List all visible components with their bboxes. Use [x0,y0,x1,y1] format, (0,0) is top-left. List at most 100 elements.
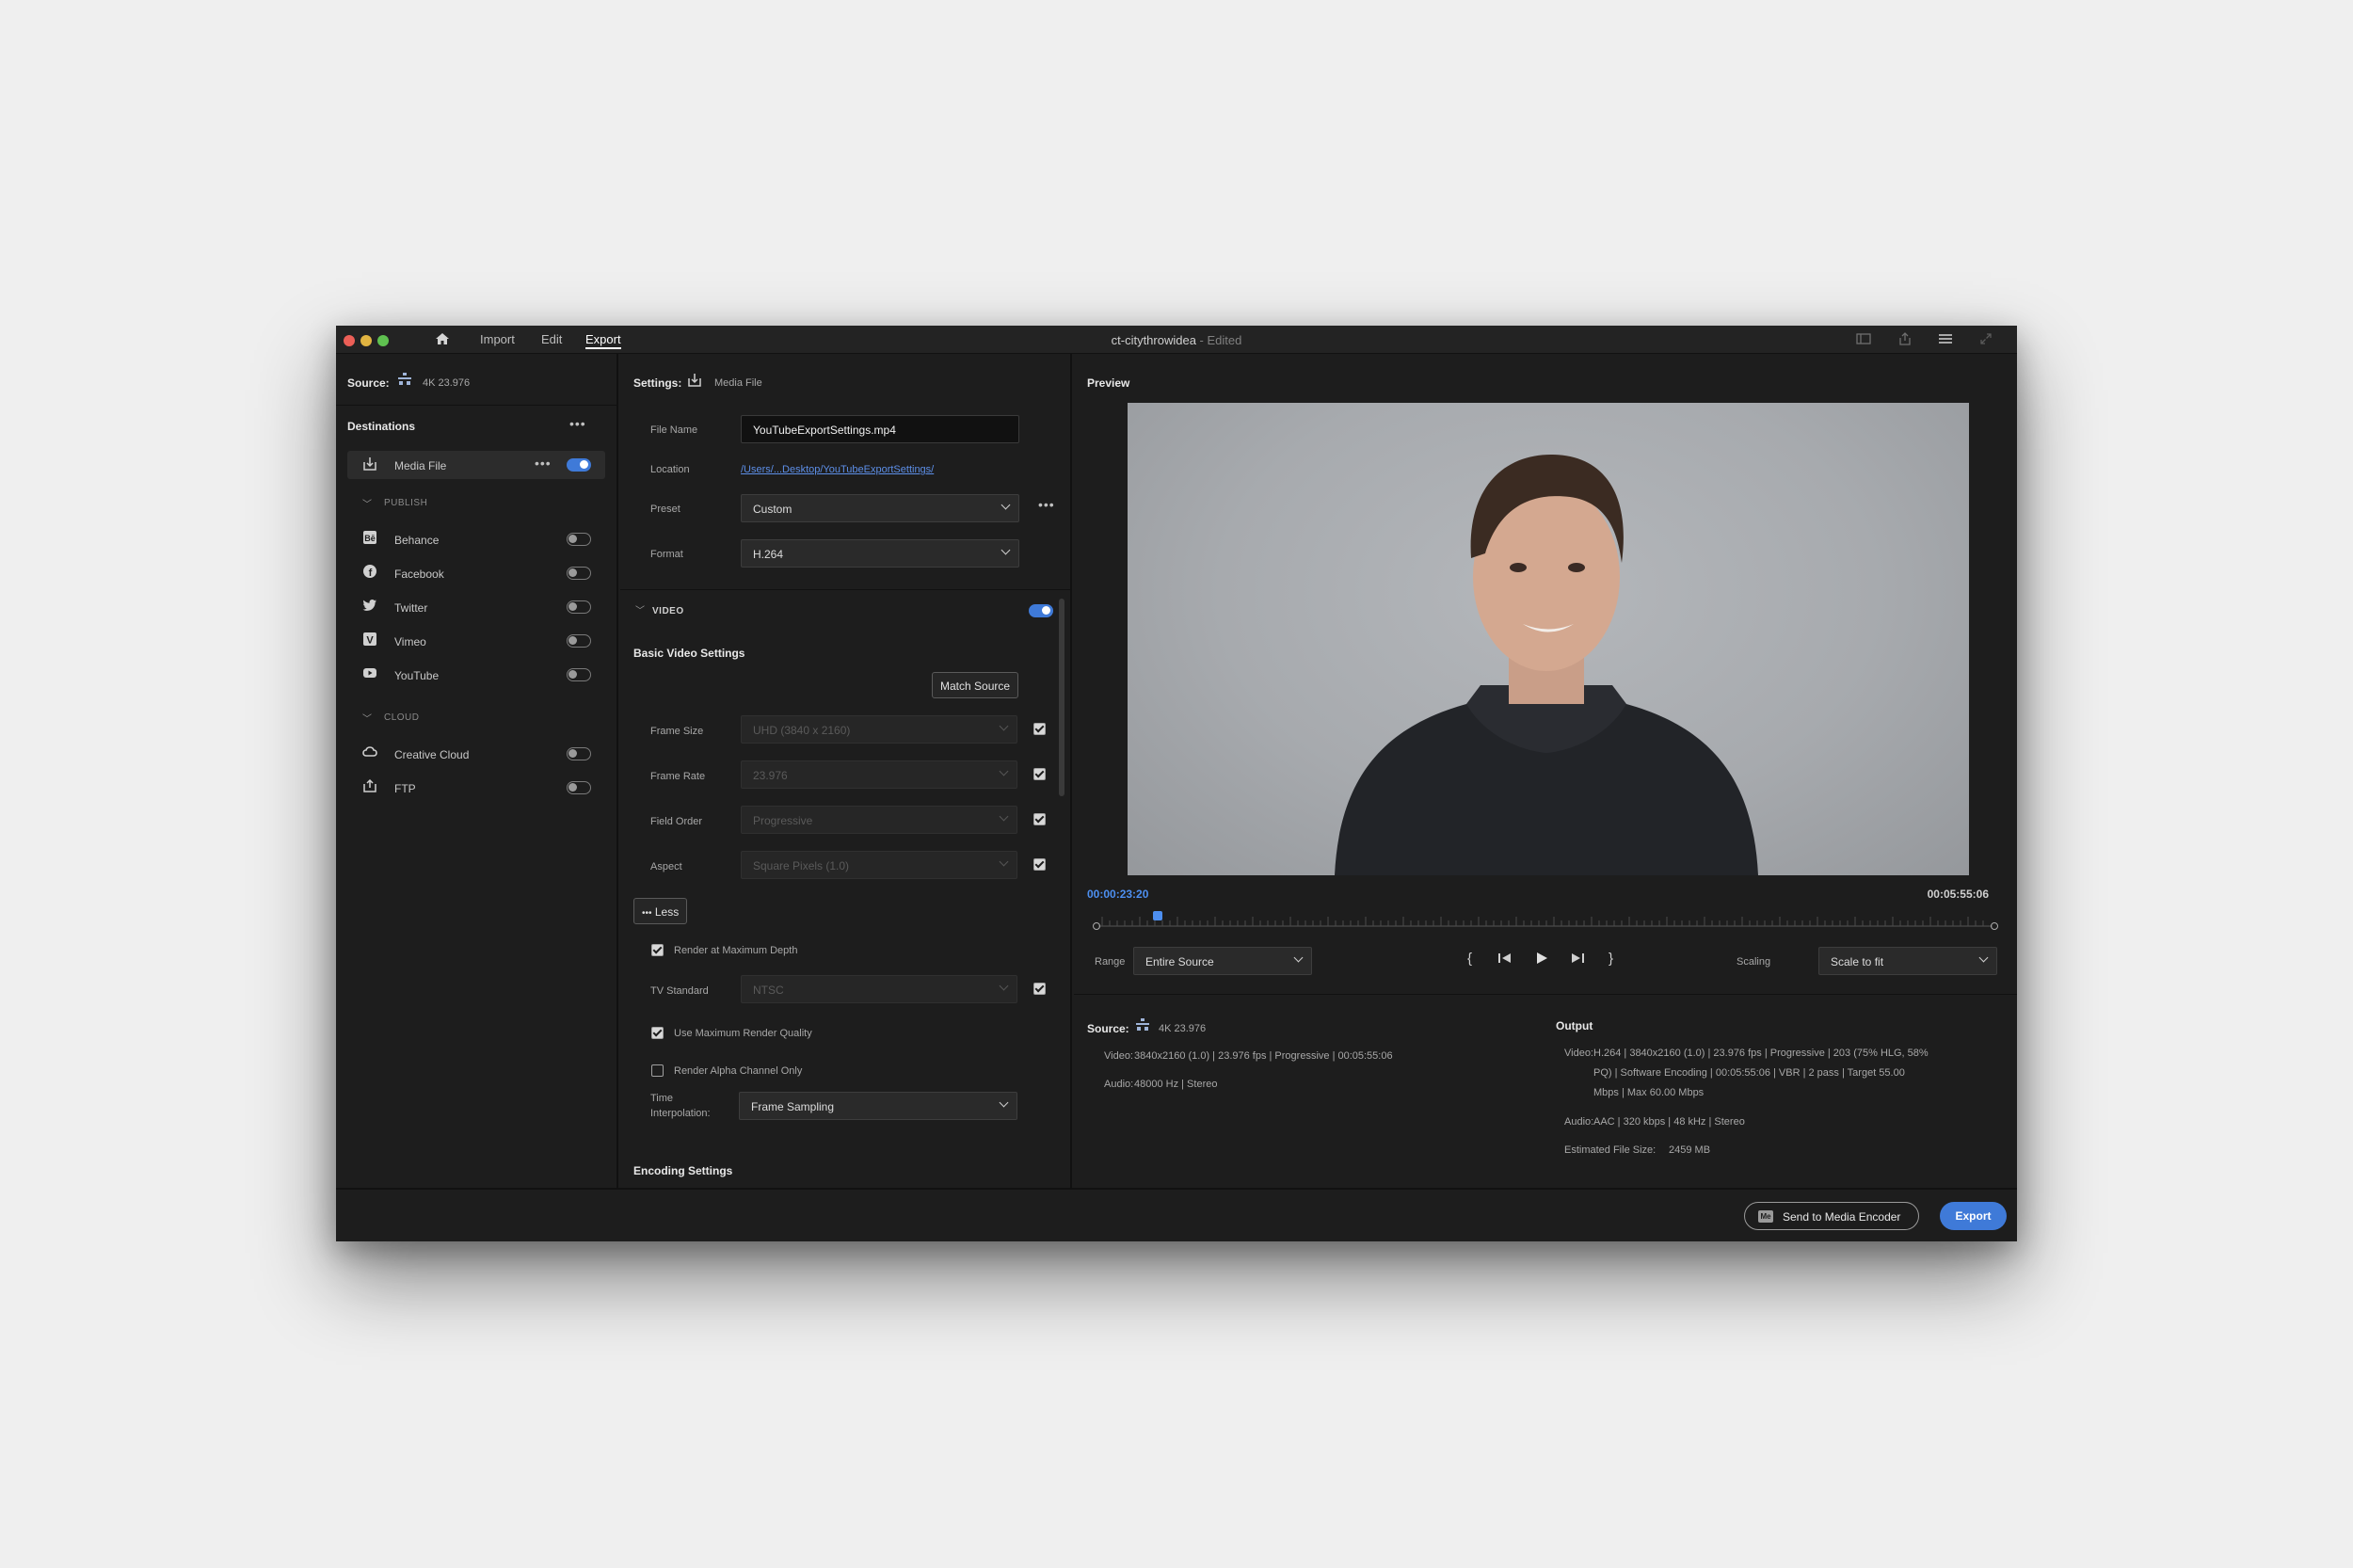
source-label: Source: [347,376,390,390]
render-max-depth-checkbox[interactable] [651,944,664,956]
less-label: Less [654,905,680,919]
preset-more-button[interactable]: ••• [1038,497,1055,512]
destinations-panel: Source: 4K 23.976 Destinations ••• Media… [336,354,618,1188]
location-link[interactable]: /Users/...Desktop/YouTubeExportSettings/ [741,464,934,475]
mark-in-icon[interactable]: { [1467,951,1472,967]
destination-facebook[interactable]: Facebook [394,568,444,581]
chevron-down-icon [999,1097,1009,1108]
less-button[interactable]: ••• Less [633,898,688,924]
render-max-depth-label: Render at Maximum Depth [674,945,798,956]
max-render-quality-label: Use Maximum Render Quality [674,1028,812,1039]
summary-output-video-1: H.264 | 3840x2160 (1.0) | 23.976 fps | P… [1593,1048,1929,1059]
destination-vimeo[interactable]: Vimeo [394,635,426,648]
tv-standard-select[interactable]: NTSC [741,975,1017,1003]
fullscreen-icon[interactable] [1977,332,1994,347]
in-point-handle[interactable] [1093,922,1100,930]
aspect-select[interactable]: Square Pixels (1.0) [741,851,1017,879]
cloud-chevron-icon[interactable]: ﹀ [362,711,372,725]
preview-header: Preview [1087,376,1130,390]
destination-behance[interactable]: Behance [394,534,439,547]
publish-chevron-icon[interactable]: ﹀ [362,496,372,510]
destination-ftp[interactable]: FTP [394,782,416,795]
timeline-ruler [1098,917,1993,927]
ftp-toggle[interactable] [567,781,591,794]
preset-value: Custom [753,503,792,516]
chevron-down-icon [1000,500,1011,510]
format-value: H.264 [753,548,784,561]
chevron-down-icon [1293,952,1304,963]
panel-layout-icon[interactable] [1855,332,1872,347]
media-file-toggle[interactable] [567,458,591,472]
media-encoder-icon: Me [1758,1210,1773,1223]
vimeo-icon: V [361,632,378,648]
alpha-only-label: Render Alpha Channel Only [674,1065,803,1077]
chevron-down-icon [999,856,1009,867]
video-toggle[interactable] [1029,604,1053,617]
summary-output-video-2: PQ) | Software Encoding | 00:05:55:06 | … [1593,1067,1905,1079]
location-label: Location [650,464,690,475]
person-thumbnail [1335,455,1758,875]
time-interpolation-select[interactable]: Frame Sampling [739,1092,1017,1120]
facebook-toggle[interactable] [567,567,591,580]
summary-output-label: Output [1556,1019,1593,1032]
scaling-select[interactable]: Scale to fit [1818,947,1997,975]
current-timecode: 00:00:23:20 [1087,888,1149,901]
frame-rate-select[interactable]: 23.976 [741,760,1017,789]
title-bar: Import Edit Export ct-citythrowidea - Ed… [336,326,2017,354]
frame-size-match-checkbox[interactable] [1033,723,1046,735]
alpha-only-checkbox[interactable] [651,1064,664,1077]
playhead-handle[interactable] [1153,911,1163,920]
format-select[interactable]: H.264 [741,539,1019,568]
step-back-icon[interactable] [1497,951,1513,970]
youtube-toggle[interactable] [567,668,591,681]
tv-standard-match-checkbox[interactable] [1033,983,1046,995]
behance-toggle[interactable] [567,533,591,546]
destination-creative-cloud[interactable]: Creative Cloud [394,748,469,761]
frame-size-select[interactable]: UHD (3840 x 2160) [741,715,1017,744]
out-point-handle[interactable] [1991,922,1998,930]
field-order-match-checkbox[interactable] [1033,813,1046,825]
export-button[interactable]: Export [1940,1202,2007,1230]
encoding-settings-header: Encoding Settings [633,1164,733,1177]
tv-standard-label: TV Standard [650,985,709,997]
media-file-icon [361,456,378,473]
range-value: Entire Source [1145,955,1214,968]
frame-rate-match-checkbox[interactable] [1033,768,1046,780]
range-select[interactable]: Entire Source [1133,947,1312,975]
cloud-header: CLOUD [384,712,420,723]
destination-twitter[interactable]: Twitter [394,601,427,615]
play-icon[interactable] [1534,951,1549,970]
preset-select[interactable]: Custom [741,494,1019,522]
twitter-toggle[interactable] [567,600,591,614]
youtube-icon [361,665,378,682]
mark-out-icon[interactable]: } [1609,951,1613,967]
creative-cloud-toggle[interactable] [567,747,591,760]
settings-label: Settings: [633,376,682,390]
field-order-select[interactable]: Progressive [741,806,1017,834]
timeline-scrubber[interactable] [1093,909,1998,932]
settings-scrollbar[interactable] [1059,599,1064,796]
media-file-more-button[interactable]: ••• [535,456,552,471]
time-interpolation-label-2: Interpolation: [650,1108,711,1119]
video-chevron-icon[interactable]: ﹀ [635,602,645,616]
divider [336,405,616,406]
max-render-quality-checkbox[interactable] [651,1027,664,1039]
step-forward-icon[interactable] [1569,951,1586,970]
send-to-media-encoder-button[interactable]: Me Send to Media Encoder [1744,1202,1919,1230]
send-to-media-encoder-label: Send to Media Encoder [1783,1210,1901,1224]
destinations-more-button[interactable]: ••• [569,416,586,431]
file-name-input[interactable]: YouTubeExportSettings.mp4 [741,415,1019,443]
chevron-down-icon [999,811,1009,822]
aspect-match-checkbox[interactable] [1033,858,1046,871]
tv-standard-value: NTSC [753,984,784,997]
share-icon[interactable] [1897,332,1913,347]
frame-size-label: Frame Size [650,726,704,737]
vimeo-toggle[interactable] [567,634,591,648]
destination-youtube[interactable]: YouTube [394,669,439,682]
media-file-label: Media File [394,459,447,472]
file-name-label: File Name [650,424,698,436]
menu-list-icon[interactable] [1937,332,1954,347]
document-name: ct-citythrowidea [1111,333,1196,347]
facebook-icon: f [361,564,378,581]
match-source-button[interactable]: Match Source [932,672,1019,698]
